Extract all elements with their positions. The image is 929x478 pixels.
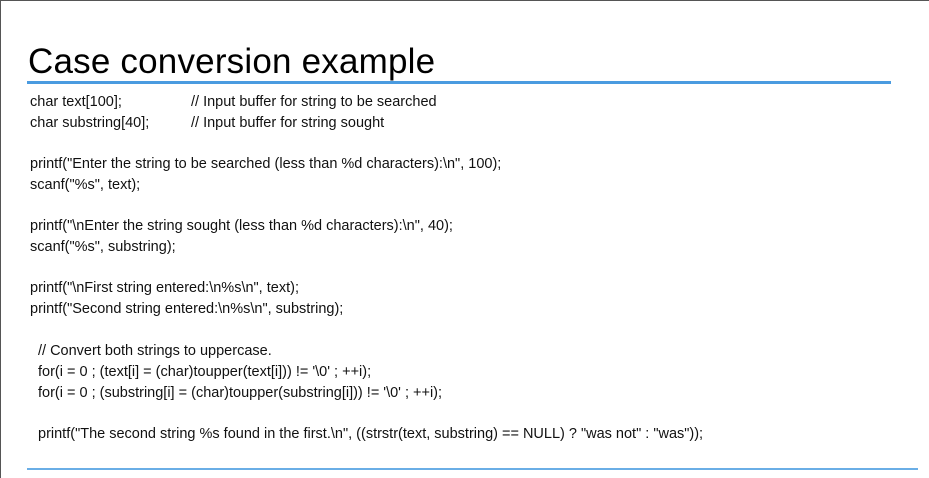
code-line-printf-first-entered: printf("\nFirst string entered:\n%s\n", … — [30, 280, 299, 296]
code-line-printf-result: printf("The second string %s found in th… — [38, 426, 704, 442]
code-line-scanf-substring: scanf("%s", substring); — [30, 239, 176, 255]
code-line-decl-substring: char substring[40]; — [30, 115, 150, 131]
code-line-decl-text: char text[100]; — [30, 94, 122, 110]
code-comment-decl-text: // Input buffer for string to be searche… — [191, 94, 437, 110]
code-line-printf-second-entered: printf("Second string entered:\n%s\n", s… — [30, 301, 344, 317]
code-line-for-substring: for(i = 0 ; (substring[i] = (char)touppe… — [38, 385, 443, 401]
code-line-printf-enter-sought: printf("\nEnter the string sought (less … — [30, 218, 453, 234]
slide: Case conversion example char text[100]; … — [0, 0, 929, 478]
code-comment-decl-substring: // Input buffer for string sought — [191, 115, 385, 131]
code-line-comment-convert: // Convert both strings to uppercase. — [38, 343, 272, 359]
code-line-scanf-text: scanf("%s", text); — [30, 177, 141, 193]
title-underline — [27, 81, 891, 84]
footer-rule — [27, 468, 918, 470]
code-line-printf-enter-string: printf("Enter the string to be searched … — [30, 156, 502, 172]
slide-title: Case conversion example — [28, 42, 436, 81]
code-line-for-text: for(i = 0 ; (text[i] = (char)toupper(tex… — [38, 364, 372, 380]
